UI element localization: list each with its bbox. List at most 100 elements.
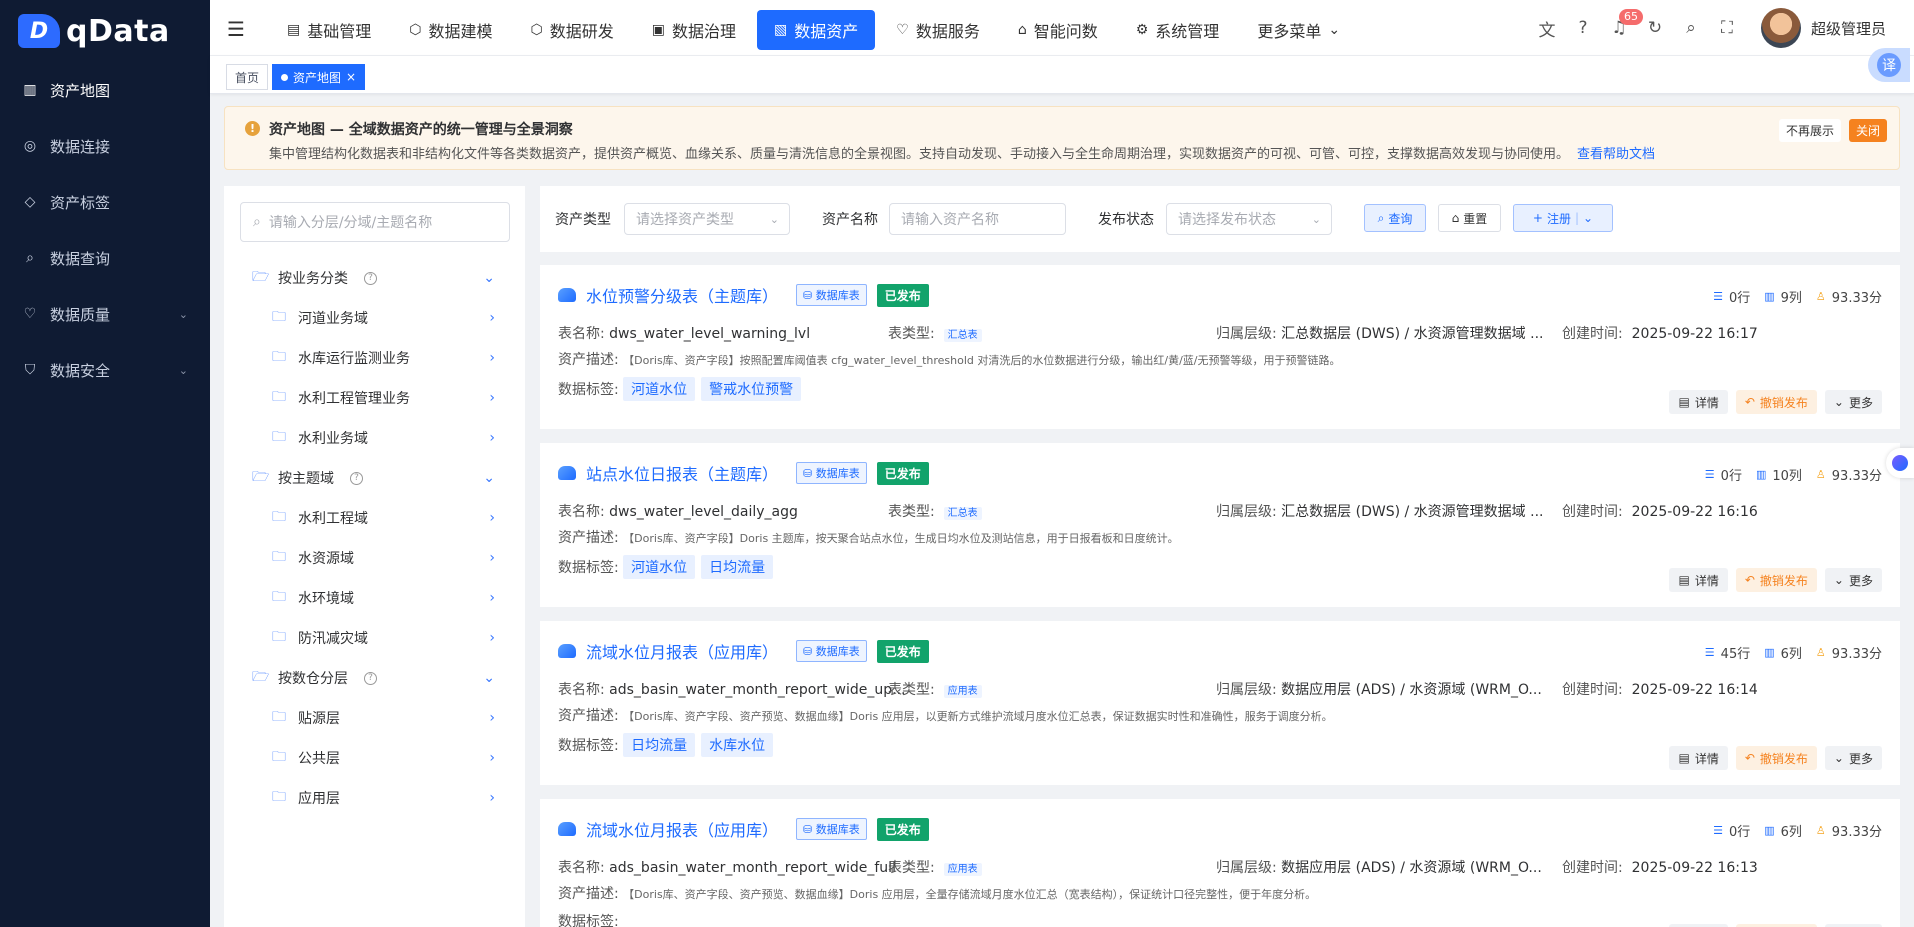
chevron-right-icon: ›	[489, 630, 495, 646]
menu-toggle-icon[interactable]: ☰	[227, 17, 245, 41]
tree-group-topic[interactable]: 🗁 按主题域 ? ⌄	[224, 458, 525, 498]
reset-button[interactable]: ⌂ 重置	[1438, 204, 1501, 232]
row-count-value: 45行	[1720, 647, 1751, 662]
card-header: 站点水位日报表（主题库） ⛁ 数据库表 已发布	[558, 461, 929, 485]
search-icon[interactable]: ⌕	[1673, 18, 1709, 38]
revoke-publish-button[interactable]: ↶ 撤销发布	[1735, 390, 1817, 414]
table-name-value: dws_water_level_daily_agg	[609, 504, 798, 520]
refresh-icon[interactable]: ↻	[1637, 18, 1673, 38]
tab-asset-map[interactable]: 资产地图 ×	[272, 64, 366, 90]
detail-button[interactable]: ▤ 详情	[1669, 746, 1728, 770]
avatar[interactable]	[1760, 8, 1801, 48]
nav-data-services[interactable]: ♡ 数据服务	[879, 10, 997, 50]
created-value: 2025-09-22 16:17	[1631, 326, 1758, 342]
data-tag[interactable]: 警戒水位预警	[701, 377, 802, 401]
nav-smart-query[interactable]: ⌂ 智能问数	[1001, 10, 1115, 50]
sidebar-item-data-quality[interactable]: ♡ 数据质量 ⌄	[0, 286, 210, 342]
app-logo[interactable]: D qData	[0, 0, 210, 62]
tree-item[interactable]: 🗀 防汛减灾域 ›	[224, 618, 525, 658]
fullscreen-icon[interactable]: ⛶	[1709, 18, 1745, 38]
data-tag[interactable]: 日均流量	[623, 733, 696, 757]
tree-search-input[interactable]: ⌕ 请输入分层/分域/主题名称	[240, 202, 510, 242]
more-button[interactable]: ⌄ 更多	[1824, 390, 1882, 414]
help-icon[interactable]: ?	[364, 271, 377, 285]
tree-group-warehouse-layer[interactable]: 🗁 按数仓分层 ? ⌄	[224, 658, 525, 698]
language-icon[interactable]: 文	[1529, 16, 1565, 41]
tree-item[interactable]: 🗀 水利业务域 ›	[224, 418, 525, 458]
data-tag[interactable]: 河道水位	[623, 377, 696, 401]
help-icon[interactable]: ?	[364, 671, 377, 685]
card-title[interactable]: 水位预警分级表（主题库）	[586, 283, 778, 307]
columns-icon: ▥	[1764, 824, 1775, 837]
tree-item[interactable]: 🗀 水利工程管理业务 ›	[224, 378, 525, 418]
nav-data-modeling[interactable]: ⬡ 数据建模	[392, 10, 509, 50]
sidebar-item-label: 数据质量	[50, 305, 111, 324]
sidebar-item-asset-tag[interactable]: ◇ 资产标签	[0, 174, 210, 230]
card-title[interactable]: 流域水位月报表（应用库）	[586, 817, 778, 841]
assistant-float-button[interactable]	[1886, 448, 1914, 478]
close-icon[interactable]: ×	[346, 70, 356, 84]
more-button[interactable]: ⌄ 更多	[1824, 746, 1882, 770]
username[interactable]: 超级管理员	[1811, 18, 1886, 39]
tree-item[interactable]: 🗀 水利工程域 ›	[224, 498, 525, 538]
close-notice-button[interactable]: 关闭	[1848, 119, 1887, 142]
card-title[interactable]: 站点水位日报表（主题库）	[586, 461, 778, 485]
quality-score: ♙ 93.33分	[1816, 465, 1882, 484]
score-icon: ♙	[1815, 646, 1826, 659]
tree-item[interactable]: 🗀 公共层 ›	[224, 738, 525, 778]
asset-name-input[interactable]: 请输入资产名称	[889, 203, 1066, 235]
card-stats: ☰ 45行 ▥ 6列 ♙ 93.33分	[1705, 643, 1882, 662]
tab-home[interactable]: 首页	[226, 64, 269, 90]
tree-item[interactable]: 🗀 应用层 ›	[224, 778, 525, 818]
revoke-publish-button[interactable]: ↶ 撤销发布	[1735, 568, 1817, 592]
sidebar-item-data-query[interactable]: ⌕ 数据查询	[0, 230, 210, 286]
nav-more-menu[interactable]: 更多菜单 ⌄	[1240, 10, 1357, 50]
button-label: 更多	[1848, 573, 1873, 588]
nav-label: 数据研发	[549, 22, 614, 41]
translate-button[interactable]: 译	[1868, 48, 1910, 82]
publish-status-select[interactable]: 请选择发布状态 ⌄	[1166, 203, 1332, 235]
data-tag[interactable]: 日均流量	[701, 555, 774, 579]
data-tag[interactable]: 河道水位	[623, 555, 696, 579]
database-icon: ⛁	[803, 645, 813, 658]
hide-notice-button[interactable]: 不再展示	[1778, 119, 1841, 142]
level-value: 数据应用层 (ADS) / 水资源域 (WRM_O...	[1281, 860, 1542, 876]
tree-item[interactable]: 🗀 河道业务域 ›	[224, 298, 525, 338]
nav-data-development[interactable]: ⬡ 数据研发	[514, 10, 631, 50]
tree-item[interactable]: 🗀 水资源域 ›	[224, 538, 525, 578]
help-icon[interactable]: ?	[1565, 18, 1601, 38]
tree-group-business[interactable]: 🗁 按业务分类 ? ⌄	[224, 258, 525, 298]
detail-button[interactable]: ▤ 详情	[1669, 390, 1728, 414]
more-button[interactable]: ⌄ 更多	[1824, 568, 1882, 592]
description-value: 【Doris库、资产字段、资产预览、数据血缘】Doris 应用层，以更新方式维护…	[623, 710, 1333, 723]
sidebar-item-data-connection[interactable]: ◎ 数据连接	[0, 118, 210, 174]
folder-icon: 🗀	[272, 549, 286, 565]
sidebar-item-data-security[interactable]: ⛉ 数据安全 ⌄	[0, 342, 210, 398]
data-tag[interactable]: 水库水位	[701, 733, 774, 757]
tree-item[interactable]: 🗀 贴源层 ›	[224, 698, 525, 738]
revoke-publish-button[interactable]: ↶ 撤销发布	[1735, 746, 1817, 770]
register-button[interactable]: + 注册 | ⌄	[1513, 204, 1613, 232]
sidebar-item-asset-map[interactable]: ▥ 资产地图	[0, 62, 210, 118]
folder-icon: 🗀	[272, 749, 286, 765]
detail-button[interactable]: ▤ 详情	[1669, 568, 1728, 592]
nav-basic-management[interactable]: ▤ 基础管理	[270, 10, 388, 50]
tree-item[interactable]: 🗀 水库运行监测业务 ›	[224, 338, 525, 378]
settings-icon: ⚙	[1135, 22, 1149, 38]
field-label: 创建时间:	[1562, 504, 1623, 520]
help-doc-link[interactable]: 查看帮助文档	[1577, 147, 1655, 162]
button-label: 更多	[1848, 751, 1873, 766]
card-actions: ▤ 详情 ↶ 撤销发布 ⌄ 更多	[1669, 746, 1882, 770]
bell-icon[interactable]: ♫ 65	[1601, 9, 1643, 38]
card-meta-row: 表名称: dws_water_level_warning_lvl 表类型: 汇总…	[558, 323, 1888, 343]
query-button[interactable]: ⌕ 查询	[1364, 204, 1426, 232]
tree-item[interactable]: 🗀 水环境域 ›	[224, 578, 525, 618]
nav-data-assets[interactable]: ▧ 数据资产	[757, 10, 876, 50]
card-title[interactable]: 流域水位月报表（应用库）	[586, 639, 778, 663]
nav-system-management[interactable]: ⚙ 系统管理	[1119, 10, 1237, 50]
asset-type-select[interactable]: 请选择资产类型 ⌄	[624, 203, 790, 235]
nav-data-governance[interactable]: ▣ 数据治理	[635, 10, 753, 50]
button-label: 重置	[1463, 211, 1488, 226]
score-icon: ♙	[1815, 824, 1826, 837]
help-icon[interactable]: ?	[350, 471, 363, 485]
